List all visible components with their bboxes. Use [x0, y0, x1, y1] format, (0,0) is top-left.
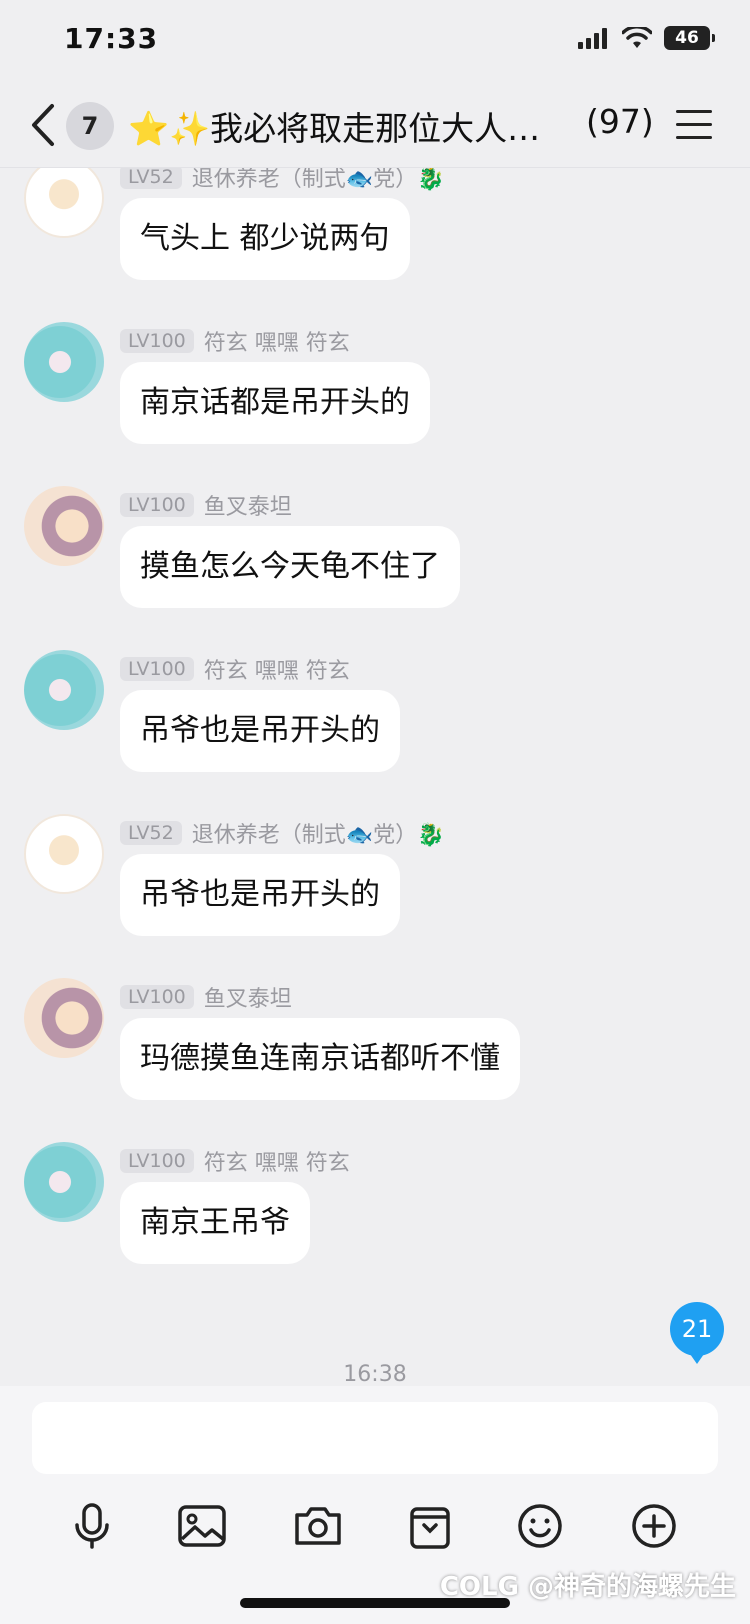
sender-nickname[interactable]: 符玄 嘿嘿 符玄: [204, 1145, 350, 1177]
wifi-icon: [622, 27, 652, 48]
sender-info: LV100 符玄 嘿嘿 符玄: [120, 326, 350, 356]
level-badge: LV100: [120, 1149, 194, 1173]
sender-info: LV52 退休养老（制式🐟党）🐉: [120, 168, 444, 192]
level-badge: LV100: [120, 985, 194, 1009]
emoji-icon[interactable]: [510, 1496, 570, 1556]
status-icons: 46: [578, 26, 715, 50]
message-input[interactable]: [32, 1402, 718, 1474]
composer-toolbar: [0, 1496, 750, 1576]
fox-avatar[interactable]: [24, 1142, 104, 1222]
level-badge: LV52: [120, 821, 182, 845]
unread-count-badge[interactable]: 7: [66, 102, 114, 150]
message-bubble[interactable]: 玛德摸鱼连南京话都听不懂: [120, 1018, 520, 1100]
microphone-icon[interactable]: [62, 1496, 122, 1556]
level-badge: LV100: [120, 493, 194, 517]
plus-icon[interactable]: [624, 1496, 684, 1556]
message-bubble[interactable]: 摸鱼怎么今天龟不住了: [120, 526, 460, 608]
chat-title[interactable]: ⭐✨我必将取走那位大人…: [128, 102, 540, 150]
sender-info: LV100 符玄 嘿嘿 符玄: [120, 654, 350, 684]
message-timestamp: 16:38: [343, 1362, 407, 1387]
camera-icon[interactable]: [288, 1496, 348, 1556]
sender-nickname[interactable]: 鱼叉泰坦: [204, 981, 292, 1013]
message-bubble[interactable]: 吊爷也是吊开头的: [120, 690, 400, 772]
image-icon[interactable]: [172, 1496, 232, 1556]
message-bubble[interactable]: 吊爷也是吊开头的: [120, 854, 400, 936]
fox-avatar[interactable]: [24, 322, 104, 402]
girl-avatar[interactable]: [24, 486, 104, 566]
fox-avatar[interactable]: [24, 650, 104, 730]
sheep-avatar[interactable]: [24, 168, 104, 238]
signal-icon: [578, 28, 607, 49]
sender-info: LV52 退休养老（制式🐟党）🐉: [120, 818, 444, 848]
battery-indicator: 46: [664, 26, 715, 50]
sender-nickname[interactable]: 退休养老（制式🐟党）🐉: [192, 817, 445, 849]
home-indicator[interactable]: [240, 1598, 510, 1608]
back-icon[interactable]: [26, 100, 62, 150]
message-bubble[interactable]: 气头上 都少说两句: [120, 198, 410, 280]
status-bar: 17:33 46: [0, 0, 750, 82]
menu-icon[interactable]: [676, 110, 712, 140]
message-bubble[interactable]: 南京话都是吊开头的: [120, 362, 430, 444]
level-badge: LV52: [120, 168, 182, 189]
new-messages-badge[interactable]: 21: [670, 1302, 724, 1364]
girl-avatar[interactable]: [24, 978, 104, 1058]
sender-nickname[interactable]: 鱼叉泰坦: [204, 489, 292, 521]
sender-nickname[interactable]: 退休养老（制式🐟党）🐉: [192, 168, 445, 193]
level-badge: LV100: [120, 329, 194, 353]
sender-info: LV100 符玄 嘿嘿 符玄: [120, 1146, 350, 1176]
message-bubble[interactable]: 南京王吊爷: [120, 1182, 310, 1264]
message-list[interactable]: LV52 退休养老（制式🐟党）🐉 气头上 都少说两句 LV100 符玄 嘿嘿 符…: [0, 168, 750, 1383]
sender-nickname[interactable]: 符玄 嘿嘿 符玄: [204, 653, 350, 685]
status-time: 17:33: [64, 22, 159, 55]
level-badge: LV100: [120, 657, 194, 681]
chat-header: 7 ⭐✨我必将取走那位大人… (97): [0, 82, 750, 168]
wallet-icon[interactable]: [400, 1496, 460, 1556]
sheep-avatar[interactable]: [24, 814, 104, 894]
sender-nickname[interactable]: 符玄 嘿嘿 符玄: [204, 325, 350, 357]
member-count[interactable]: (97): [586, 102, 654, 141]
sender-info: LV100 鱼叉泰坦: [120, 982, 292, 1012]
sender-info: LV100 鱼叉泰坦: [120, 490, 292, 520]
